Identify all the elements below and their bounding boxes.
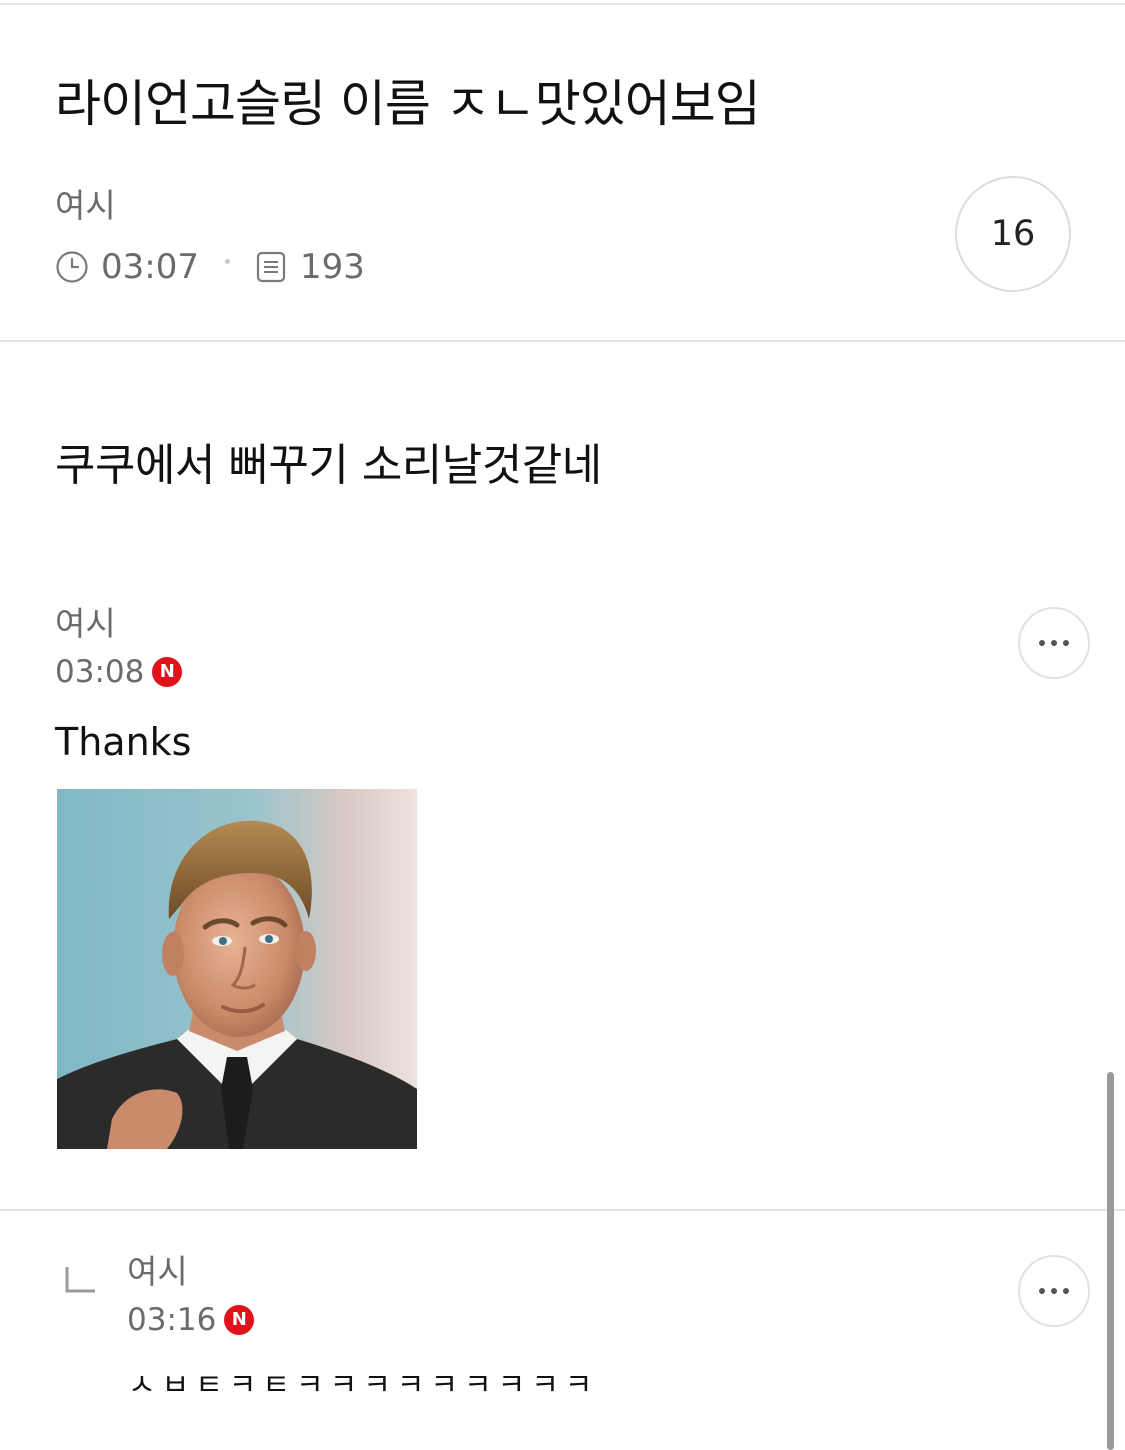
new-badge: N (152, 657, 183, 687)
meta-separator (224, 258, 230, 264)
reply-text: ㅅㅂㅌㅋㅌㅋㅋㅋㅋㅋㅋㅋㅋㅋ (128, 1368, 599, 1403)
top-divider (0, 3, 1125, 5)
reply-more-button[interactable] (1018, 1255, 1090, 1327)
more-icon-dot (1039, 640, 1045, 646)
comment-time-row: 03:08 N (55, 652, 183, 692)
comment-photo[interactable] (57, 789, 417, 1149)
reply-author[interactable]: 여시 (127, 1250, 188, 1294)
reply-arrow-icon (64, 1265, 98, 1295)
post-body: 쿠쿠에서 뻐꾸기 소리날것같네 (55, 440, 602, 491)
more-icon-dot (1051, 1288, 1057, 1294)
header-divider (0, 340, 1125, 342)
comment-count-label: 16 (990, 214, 1036, 254)
post-time: 03:07 (101, 247, 199, 287)
new-badge: N (224, 1305, 255, 1335)
clock-icon (55, 250, 89, 284)
post-meta: 03:07 193 (55, 245, 365, 289)
post-author[interactable]: 여시 (55, 184, 116, 228)
more-icon-dot (1051, 640, 1057, 646)
comment-text: Thanks (55, 720, 192, 764)
post-views: 193 (299, 247, 365, 287)
scrollbar[interactable] (1107, 1072, 1114, 1450)
comment-author[interactable]: 여시 (55, 602, 116, 646)
comment-more-button[interactable] (1018, 607, 1090, 679)
reply-time: 03:16 (127, 1302, 217, 1338)
reply-time-row: 03:16 N (127, 1300, 255, 1340)
more-icon-dot (1063, 1288, 1069, 1294)
more-icon-dot (1039, 1288, 1045, 1294)
post-title: 라이언고슬링 이름 ㅈㄴ맛있어보임 (55, 75, 761, 133)
more-icon-dot (1063, 640, 1069, 646)
document-icon (254, 250, 288, 284)
comment-divider (0, 1209, 1125, 1211)
comment-count-button[interactable]: 16 (955, 176, 1071, 292)
comment-time: 03:08 (55, 654, 145, 690)
